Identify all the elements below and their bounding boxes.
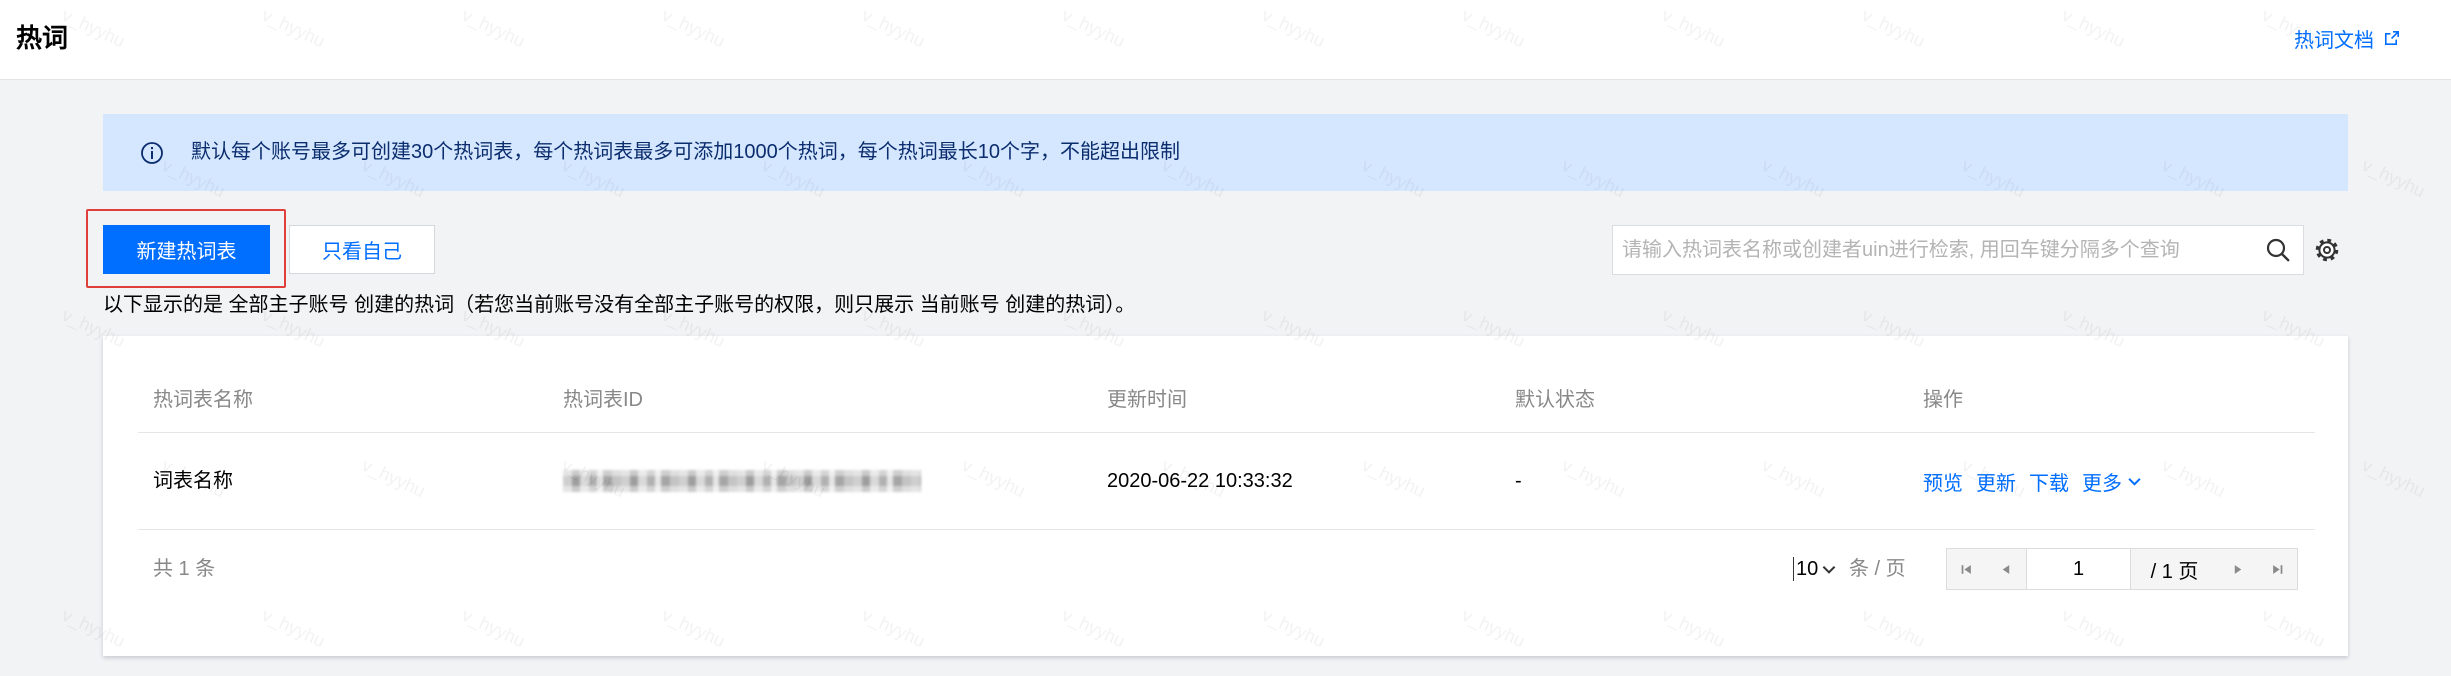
- chevron-down-icon: [2128, 477, 2141, 486]
- column-header-default-status: 默认状态: [1515, 389, 1595, 411]
- scope-note: 以下显示的是 全部主子账号 创建的热词（若您当前账号没有全部主子账号的权限，则只…: [103, 294, 1136, 316]
- hotword-table: 热词表名称 热词表ID 更新时间 默认状态 操作 词表名称 2020-06-22…: [138, 369, 2315, 530]
- page-size-select[interactable]: 10: [1793, 548, 1836, 590]
- table-header-row: 热词表名称 热词表ID 更新时间 默认状态 操作: [138, 369, 2315, 433]
- external-link-icon: [2384, 30, 2400, 46]
- table-row: 词表名称 2020-06-22 10:33:32 - 预览 更新 下载 更多: [138, 433, 2315, 530]
- doc-link-label: 热词文档: [2294, 29, 2374, 52]
- gear-icon[interactable]: [2314, 237, 2340, 263]
- mine-only-button[interactable]: 只看自己: [289, 225, 435, 274]
- first-page-button[interactable]: [1947, 549, 1986, 589]
- cell-table-name: 词表名称: [153, 470, 233, 492]
- hotword-doc-link[interactable]: 热词文档: [2294, 22, 2400, 54]
- redacted-table-id: [563, 470, 921, 492]
- first-page-icon: [1960, 563, 1973, 576]
- more-action[interactable]: 更多: [2082, 467, 2141, 496]
- next-page-icon: [2231, 563, 2244, 576]
- search-icon[interactable]: [2265, 237, 2291, 263]
- last-page-icon: [2271, 563, 2284, 576]
- column-header-updated: 更新时间: [1107, 389, 1187, 411]
- row-actions: 预览 更新 下载 更多: [1923, 433, 2141, 529]
- next-page-button[interactable]: [2218, 549, 2257, 589]
- info-notice: 默认每个账号最多可创建30个热词表，每个热词表最多可添加1000个热词，每个热词…: [103, 114, 2348, 191]
- page-size-unit: 条 / 页: [1849, 558, 1906, 580]
- download-action[interactable]: 下载: [2029, 467, 2069, 496]
- column-header-actions: 操作: [1923, 389, 1963, 411]
- current-page-input[interactable]: [2026, 549, 2131, 589]
- page-header: 热词 热词文档: [0, 0, 2451, 80]
- preview-action[interactable]: 预览: [1923, 467, 1963, 496]
- hotword-table-card: 热词表名称 热词表ID 更新时间 默认状态 操作 词表名称 2020-06-22…: [103, 336, 2348, 656]
- search-box: [1612, 225, 2304, 275]
- cell-default-status: -: [1515, 470, 1522, 492]
- total-pages-label: / 1 页: [2150, 560, 2199, 583]
- search-input[interactable]: [1613, 226, 2253, 274]
- info-icon: [140, 141, 164, 165]
- prev-page-icon: [2000, 563, 2013, 576]
- create-hotword-table-button[interactable]: 新建热词表: [103, 225, 270, 274]
- watermark-text: v_hyyhu: [2358, 454, 2429, 502]
- chevron-down-icon: [1822, 565, 1836, 574]
- pager: / 1 页: [1946, 548, 2298, 590]
- column-header-name: 热词表名称: [153, 389, 253, 411]
- text-cursor: [1793, 557, 1794, 581]
- column-header-id: 热词表ID: [563, 389, 643, 411]
- cell-updated-at: 2020-06-22 10:33:32: [1107, 470, 1293, 492]
- pagination: 共 1 条 10 条 / 页 / 1 页: [103, 548, 2348, 590]
- prev-page-button[interactable]: [1986, 549, 2026, 589]
- total-count: 共 1 条: [153, 558, 216, 580]
- page-size-value: 10: [1796, 557, 1819, 580]
- last-page-button[interactable]: [2257, 549, 2297, 589]
- watermark-text: v_hyyhu: [2358, 154, 2429, 202]
- notice-text: 默认每个账号最多可创建30个热词表，每个热词表最多可添加1000个热词，每个热词…: [191, 141, 1180, 163]
- more-action-label: 更多: [2082, 472, 2122, 495]
- update-action[interactable]: 更新: [1976, 467, 2016, 496]
- page-title: 热词: [16, 23, 69, 53]
